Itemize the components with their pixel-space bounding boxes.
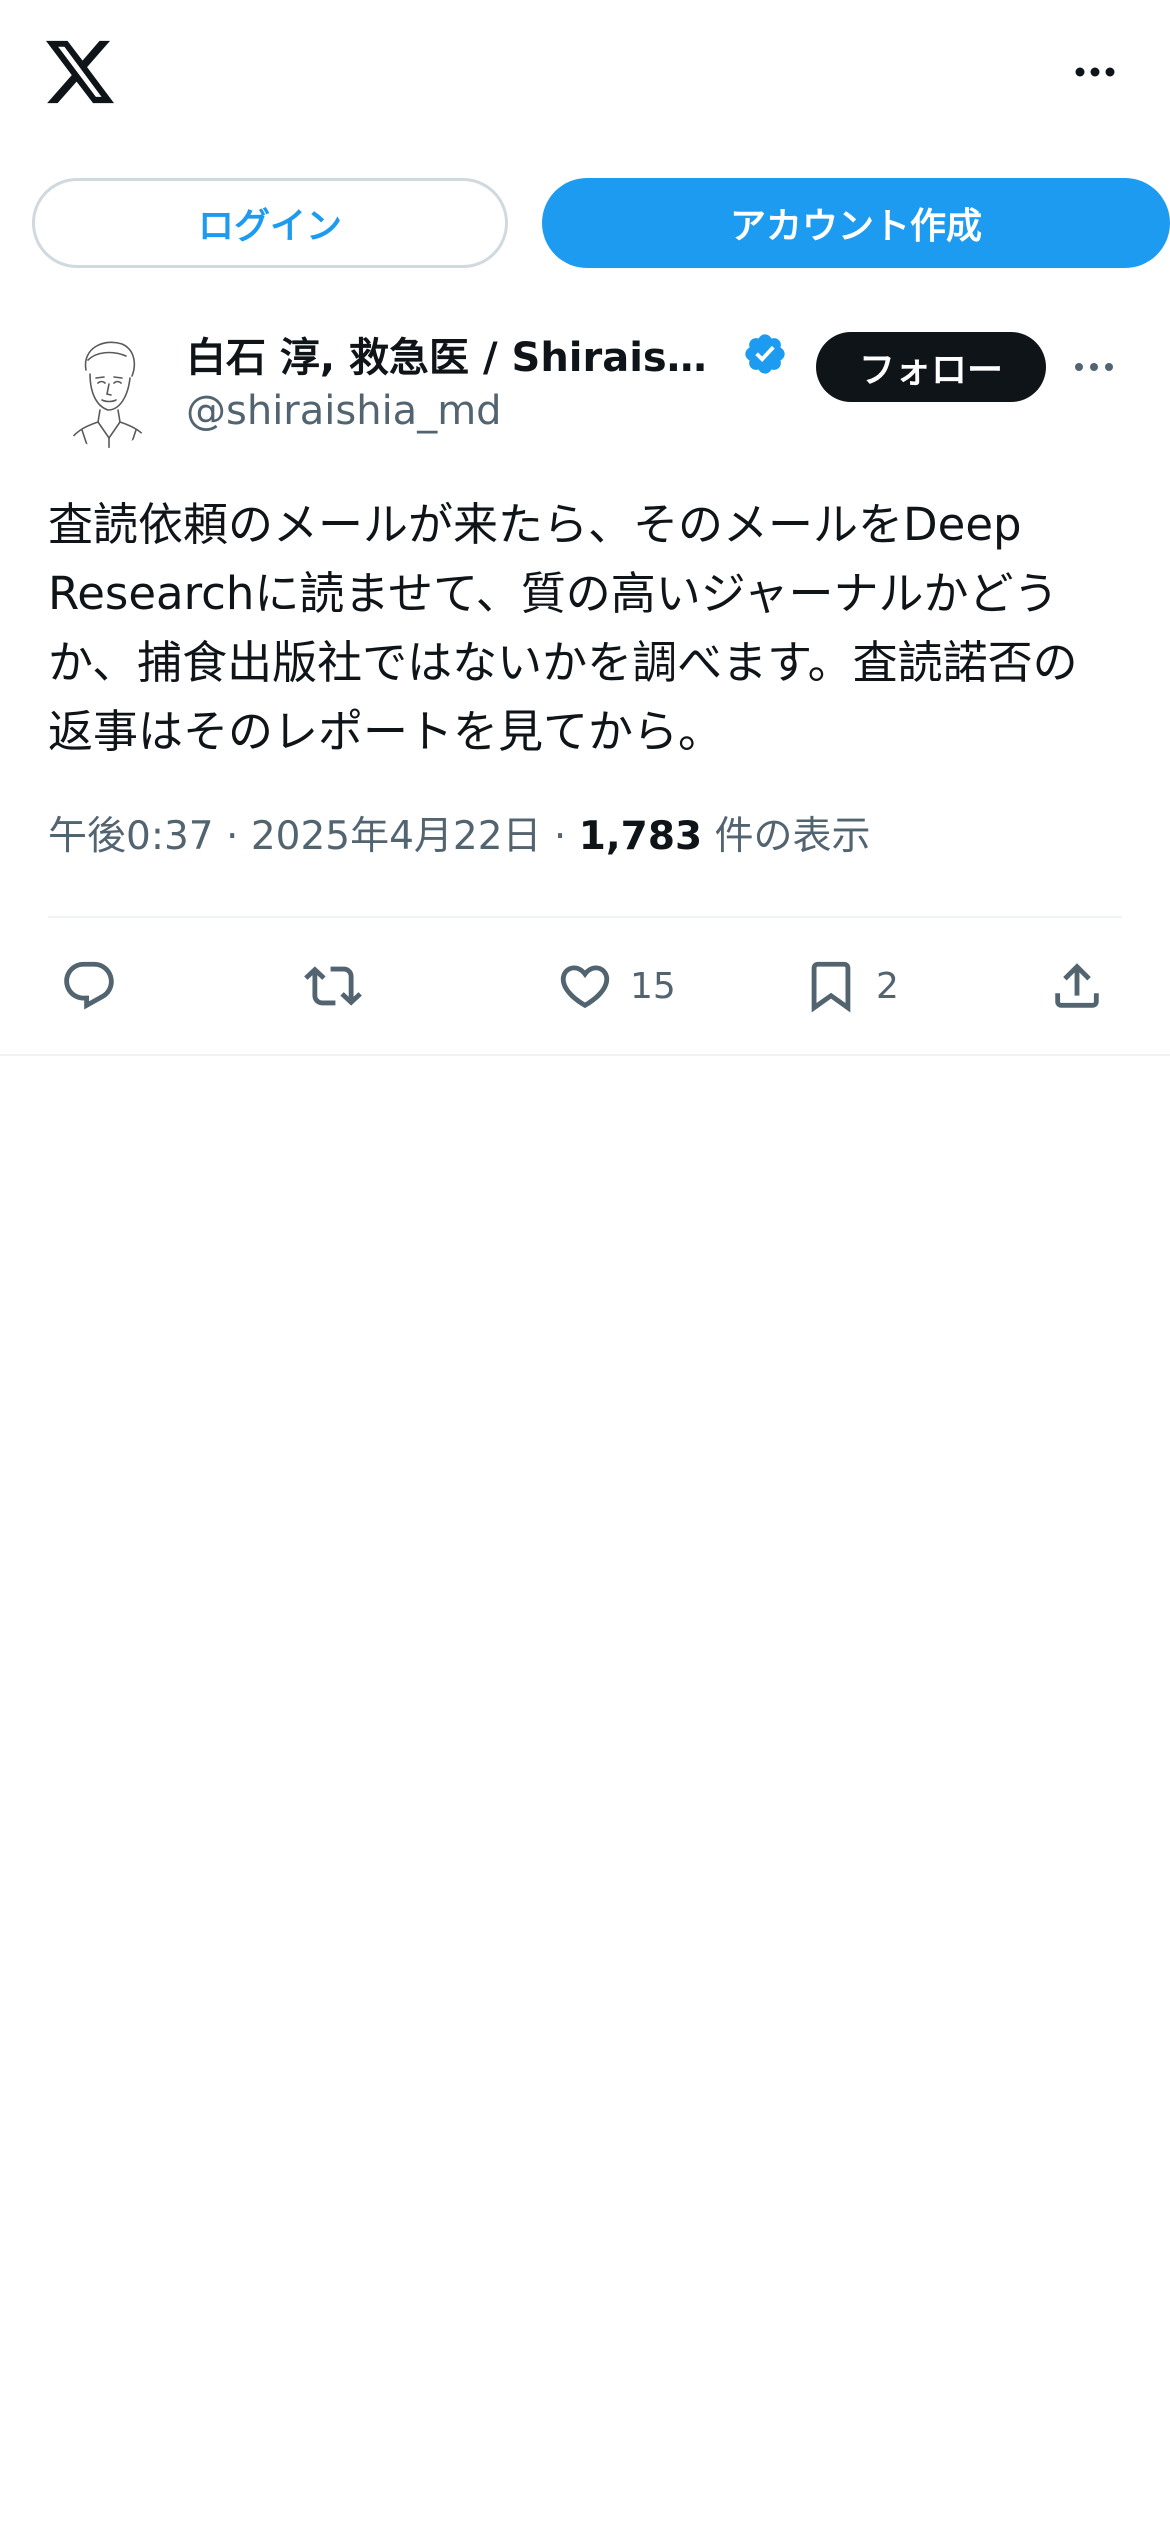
share-button[interactable] <box>1048 956 1106 1016</box>
reply-button[interactable] <box>60 956 134 1016</box>
top-bar <box>0 0 1170 150</box>
like-button[interactable]: 15 <box>556 956 676 1016</box>
sketch-portrait-avatar-icon <box>65 341 153 448</box>
views-count: 1,783 <box>578 814 703 859</box>
share-icon <box>1055 963 1099 1008</box>
verified-badge-icon <box>745 334 785 374</box>
tweet-time[interactable]: 午後0:37 <box>48 814 214 859</box>
reply-icon <box>64 961 114 1010</box>
create-account-button[interactable]: アカウント作成 <box>542 178 1170 268</box>
like-count: 15 <box>630 965 676 1007</box>
tweet-text: 査読依頼のメールが来たら、そのメールをDeep Researchに読ませて、質の… <box>48 498 1078 758</box>
author-handle[interactable]: @shiraishia_md <box>186 388 502 434</box>
tweet-meta: 午後0:37 · 2025年4月22日 · 1,783 件の表示 <box>48 805 871 861</box>
bookmark-count: 2 <box>876 965 899 1007</box>
tweet-more-icon[interactable] <box>1072 352 1116 382</box>
views-label: 件の表示 <box>714 814 871 859</box>
tweet-actions: 15 2 <box>0 918 1170 1054</box>
more-horizontal-icon[interactable] <box>1070 54 1120 90</box>
author-display-name[interactable]: 白石 淳, 救急医 / Shiraishi Atsushi <box>186 325 732 383</box>
meta-separator: · <box>553 814 567 859</box>
auth-buttons: ログイン アカウント作成 <box>32 178 1170 270</box>
avatar[interactable] <box>52 330 160 448</box>
retweet-icon <box>304 966 362 1006</box>
x-logo-icon[interactable] <box>46 40 114 104</box>
follow-button[interactable]: フォロー <box>816 332 1046 402</box>
tweet-date[interactable]: 2025年4月22日 <box>251 814 542 859</box>
divider <box>0 1054 1170 1056</box>
bookmark-button[interactable]: 2 <box>802 956 899 1016</box>
meta-separator: · <box>226 814 239 859</box>
bookmark-icon <box>811 961 851 1013</box>
heart-icon <box>560 965 610 1009</box>
retweet-button[interactable] <box>304 956 378 1016</box>
login-button[interactable]: ログイン <box>32 178 508 268</box>
author-name-line: 白石 淳, 救急医 / Shiraishi Atsushi <box>186 325 788 383</box>
